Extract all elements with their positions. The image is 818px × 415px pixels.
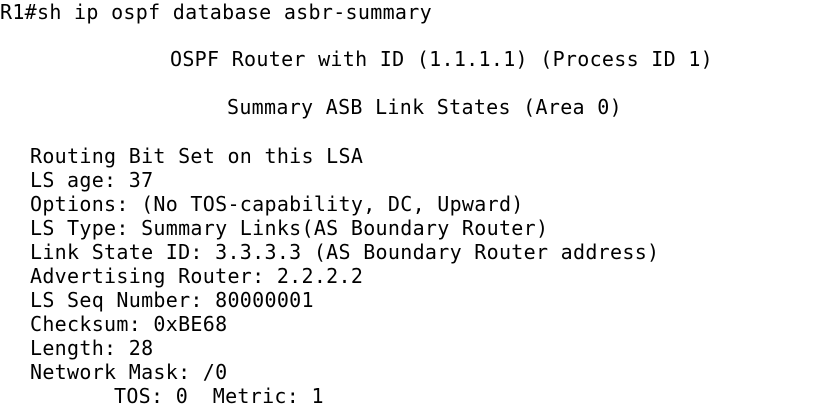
length-line: Length: 28 — [30, 336, 154, 360]
terminal-output[interactable]: R1#sh ip ospf database asbr-summary OSPF… — [0, 0, 818, 415]
command-line: R1#sh ip ospf database asbr-summary — [0, 0, 432, 24]
ls-type-line: LS Type: Summary Links(AS Boundary Route… — [30, 216, 549, 240]
routing-bit-line: Routing Bit Set on this LSA — [30, 144, 364, 168]
router-header: OSPF Router with ID (1.1.1.1) (Process I… — [170, 47, 714, 71]
seq-number-line: LS Seq Number: 80000001 — [30, 288, 314, 312]
network-mask-line: Network Mask: /0 — [30, 360, 228, 384]
link-state-id-line: Link State ID: 3.3.3.3 (AS Boundary Rout… — [30, 240, 660, 264]
ls-age-line: LS age: 37 — [30, 168, 154, 192]
advertising-router-line: Advertising Router: 2.2.2.2 — [30, 264, 364, 288]
options-line: Options: (No TOS-capability, DC, Upward) — [30, 192, 524, 216]
checksum-line: Checksum: 0xBE68 — [30, 312, 228, 336]
area-header: Summary ASB Link States (Area 0) — [227, 95, 622, 119]
tos-metric-line: TOS: 0 Metric: 1 — [114, 384, 324, 408]
